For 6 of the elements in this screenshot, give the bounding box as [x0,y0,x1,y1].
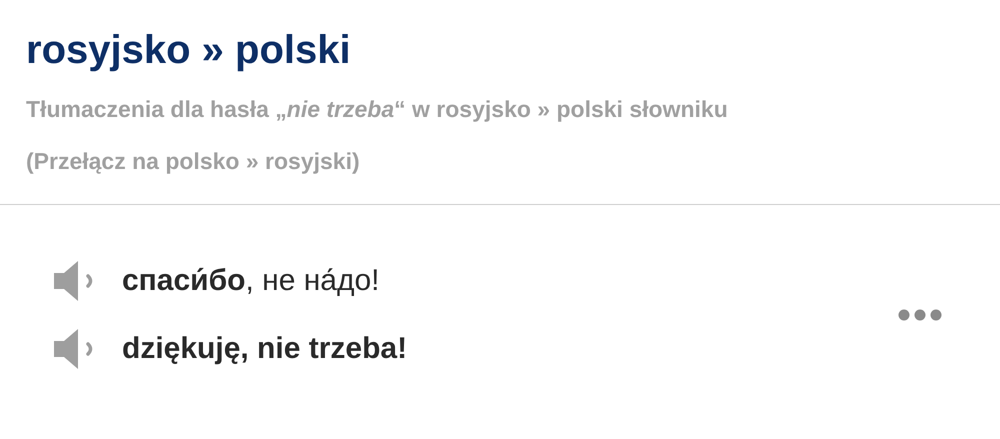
translation-text: dziękuję, nie trzeba! [122,331,408,367]
page-title: rosyjsko » polski [26,27,351,74]
subtitle: Tłumaczenia dla hasła „nie trzeba“ w rosyjsko » polski słowniku [26,95,728,124]
more-options-icon[interactable] [898,309,942,321]
switch-direction-link[interactable]: (Przełącz na polsko » rosyjski) [26,146,360,176]
translation-text: спаси́бо, не на́до! [122,263,380,299]
